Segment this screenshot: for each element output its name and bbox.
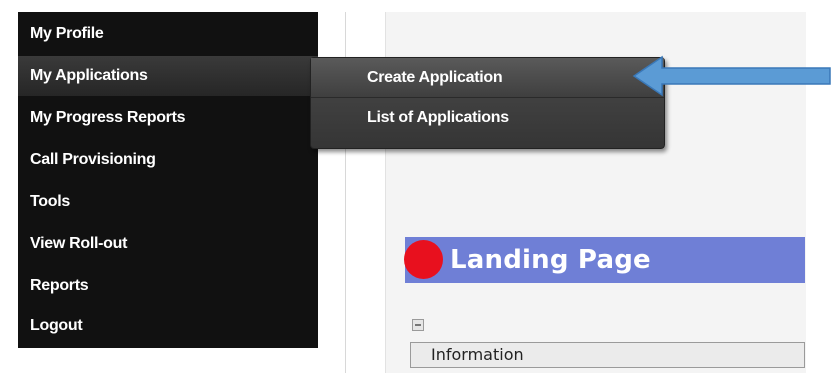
menu-item-call-provisioning[interactable]: Call Provisioning xyxy=(18,140,318,180)
menu-item-reports[interactable]: Reports xyxy=(18,266,318,306)
menu-item-view-roll-out[interactable]: View Roll-out xyxy=(18,224,318,264)
information-section-header[interactable]: Information xyxy=(410,342,805,368)
menu-item-tools[interactable]: Tools xyxy=(18,182,318,222)
red-dot-icon xyxy=(404,240,443,279)
submenu-item-list-of-applications[interactable]: List of Applications xyxy=(311,98,664,138)
menu-item-logout[interactable]: Logout xyxy=(18,306,318,346)
submenu-item-create-application[interactable]: Create Application xyxy=(311,58,664,98)
pointer-arrow-icon xyxy=(632,55,831,97)
page-title: Landing Page xyxy=(450,245,651,275)
menu-item-my-applications[interactable]: My Applications xyxy=(18,56,318,96)
main-menu: My Profile My Applications My Progress R… xyxy=(18,12,318,348)
menu-item-my-progress-reports[interactable]: My Progress Reports xyxy=(18,98,318,138)
applications-submenu: Create Application List of Applications xyxy=(310,57,665,149)
collapse-minus-icon[interactable] xyxy=(412,319,424,331)
menu-item-my-profile[interactable]: My Profile xyxy=(18,14,318,54)
